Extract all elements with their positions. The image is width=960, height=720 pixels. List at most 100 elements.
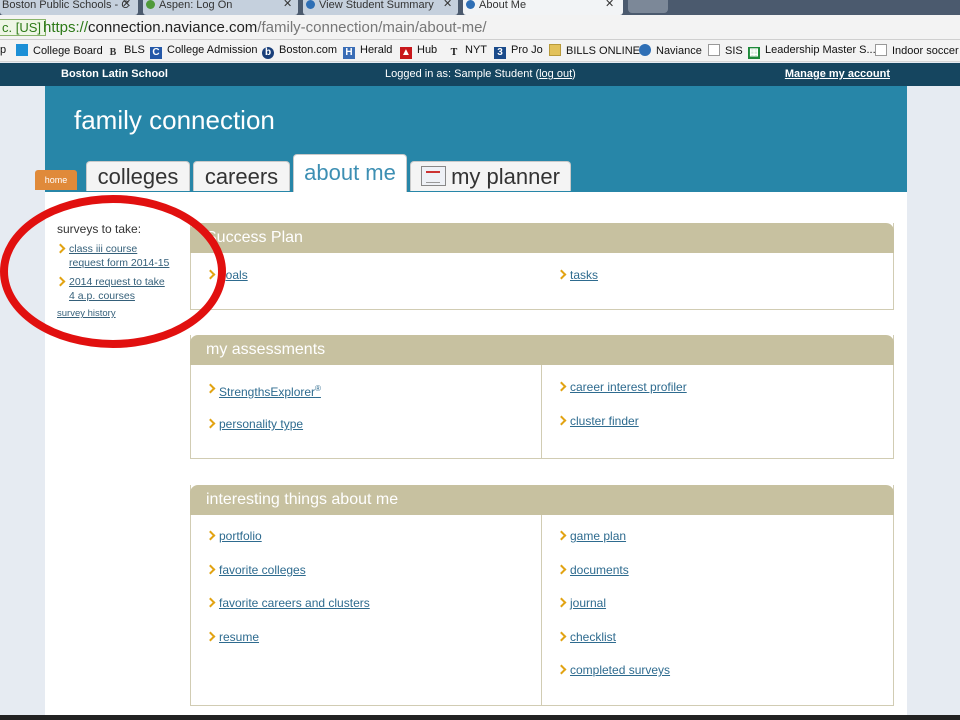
chevron-right-icon: [556, 564, 567, 575]
panel-link-item[interactable]: cluster finder: [556, 414, 639, 428]
boston-icon: b: [262, 47, 274, 59]
bookmark-item[interactable]: ▲ Hub: [400, 44, 437, 59]
panel-link-item[interactable]: career interest profiler: [556, 380, 687, 394]
panel-link-item[interactable]: favorite careers and clusters: [205, 596, 370, 610]
hub-icon: ▲: [400, 47, 412, 59]
bookmark-item[interactable]: ▦ Leadership Master S...: [748, 44, 876, 59]
browser-tab-strip: Boston Public Schools - C ✕ Aspen: Log O…: [0, 0, 960, 15]
bookmark-label: BILLS ONLINE: [566, 45, 640, 57]
secure-badge[interactable]: c. [US]: [0, 19, 47, 36]
logged-in-text: Logged in as: Sample Student (: [385, 68, 540, 80]
panel-link-item[interactable]: personality type: [205, 417, 303, 431]
bookmark-label: Pro Jo: [511, 44, 543, 56]
close-tab-icon[interactable]: ✕: [605, 0, 614, 10]
panel-link-item[interactable]: checklist: [556, 630, 616, 644]
panel-title: my assessments: [190, 335, 894, 365]
browser-tab[interactable]: Aspen: Log On ✕: [143, 0, 298, 15]
planner-icon: [421, 166, 447, 186]
browser-tab-active[interactable]: About Me ✕: [463, 0, 623, 15]
tab-title: View Student Summary: [319, 0, 434, 11]
tasks-link[interactable]: tasks: [570, 268, 598, 282]
page-icon: [875, 44, 887, 56]
panel-link-item[interactable]: documents: [556, 563, 629, 577]
panel-link-item[interactable]: portfolio: [205, 529, 262, 543]
chevron-right-icon: [205, 383, 216, 394]
success-plan-panel: Success Plan goals tasks: [190, 223, 894, 310]
bookmark-item[interactable]: Indoor soccer: [875, 44, 959, 58]
panel-link-item[interactable]: favorite colleges: [205, 563, 306, 577]
bookmark-item[interactable]: SIS: [708, 44, 743, 58]
manage-account-link[interactable]: Manage my account: [785, 63, 890, 86]
chevron-right-icon: [556, 381, 567, 392]
url-input[interactable]: https://connection.naviance.com/family-c…: [43, 19, 487, 36]
logged-in-status: Logged in as: Sample Student (log out): [385, 63, 576, 86]
checklist-link[interactable]: checklist: [570, 630, 616, 644]
home-tab[interactable]: home: [35, 170, 77, 190]
new-tab-button[interactable]: [628, 0, 668, 13]
panel-link-item[interactable]: completed surveys: [556, 663, 670, 677]
bookmark-label: Indoor soccer: [892, 45, 959, 57]
browser-tab[interactable]: Boston Public Schools - C ✕: [0, 0, 138, 15]
bookmark-label: Hub: [417, 44, 438, 56]
logout-link[interactable]: log out: [539, 68, 572, 80]
close-tab-icon[interactable]: ✕: [443, 0, 452, 10]
browser-tab[interactable]: View Student Summary ✕: [303, 0, 458, 15]
panel-column-left: portfolio favorite colleges favorite car…: [191, 515, 542, 705]
panel-link-item[interactable]: resume: [205, 630, 259, 644]
panel-column-left: StrengthsExplorer® personality type: [191, 365, 542, 458]
personality-type-link[interactable]: personality type: [219, 417, 303, 431]
chevron-right-icon: [556, 269, 567, 280]
logged-in-suffix: ): [572, 68, 576, 80]
chevron-right-icon: [556, 530, 567, 541]
school-name: Boston Latin School: [61, 68, 168, 80]
favorite-colleges-link[interactable]: favorite colleges: [219, 563, 306, 577]
bookmarks-bar: p College Board B BLS C College Admission …: [0, 40, 960, 62]
bookmark-item[interactable]: T NYT: [448, 44, 487, 59]
bookmark-label: College Admission: [167, 44, 258, 56]
bookmark-item[interactable]: b Boston.com: [262, 44, 337, 59]
documents-link[interactable]: documents: [570, 563, 629, 577]
bookmark-label: BLS: [124, 44, 145, 56]
globe-icon: [466, 0, 475, 9]
globe-icon: [306, 0, 315, 9]
assessments-panel: my assessments StrengthsExplorer® person…: [190, 335, 894, 459]
tab-label: my planner: [451, 164, 560, 189]
sheet-icon: ▦: [748, 47, 760, 59]
registered-mark: ®: [315, 384, 321, 393]
panel-link-item[interactable]: game plan: [556, 529, 626, 543]
cluster-finder-link[interactable]: cluster finder: [570, 414, 639, 428]
bls-icon: B: [109, 47, 117, 58]
folder-icon: [549, 44, 561, 56]
game-plan-link[interactable]: game plan: [570, 529, 626, 543]
panel-link-item[interactable]: journal: [556, 596, 606, 610]
close-tab-icon[interactable]: ✕: [122, 0, 131, 10]
chevron-right-icon: [205, 530, 216, 541]
bookmark-item[interactable]: H Herald: [343, 44, 392, 59]
bookmark-item[interactable]: C College Admission: [150, 44, 258, 59]
portfolio-link[interactable]: portfolio: [219, 529, 262, 543]
tab-title: Aspen: Log On: [159, 0, 233, 11]
close-tab-icon[interactable]: ✕: [283, 0, 292, 10]
strengths-explorer-link[interactable]: StrengthsExplorer®: [219, 384, 321, 399]
favorite-careers-link[interactable]: favorite careers and clusters: [219, 596, 370, 610]
bookmark-item[interactable]: p: [0, 44, 6, 57]
journal-link[interactable]: journal: [570, 596, 606, 610]
bookmark-item[interactable]: 3 Pro Jo: [494, 44, 543, 59]
resume-link[interactable]: resume: [219, 630, 259, 644]
completed-surveys-link[interactable]: completed surveys: [570, 663, 670, 677]
tab-careers[interactable]: careers: [193, 161, 290, 191]
tab-colleges[interactable]: colleges: [86, 161, 190, 191]
panel-link-item[interactable]: StrengthsExplorer®: [205, 382, 321, 399]
url-host: connection.naviance.com: [88, 19, 258, 36]
bookmark-item[interactable]: B BLS: [107, 44, 145, 59]
panel-link-item[interactable]: tasks: [556, 268, 598, 282]
bookmark-item[interactable]: College Board: [16, 44, 103, 58]
nyt-icon: T: [450, 47, 458, 58]
bookmark-item[interactable]: BILLS ONLINE: [549, 44, 640, 58]
bookmark-item[interactable]: Naviance: [639, 44, 702, 58]
link-text: StrengthsExplorer: [219, 385, 316, 399]
tab-my-planner[interactable]: my planner: [410, 161, 571, 191]
career-interest-profiler-link[interactable]: career interest profiler: [570, 380, 687, 394]
tab-about-me[interactable]: about me: [293, 154, 407, 192]
url-protocol: https://: [43, 19, 89, 36]
